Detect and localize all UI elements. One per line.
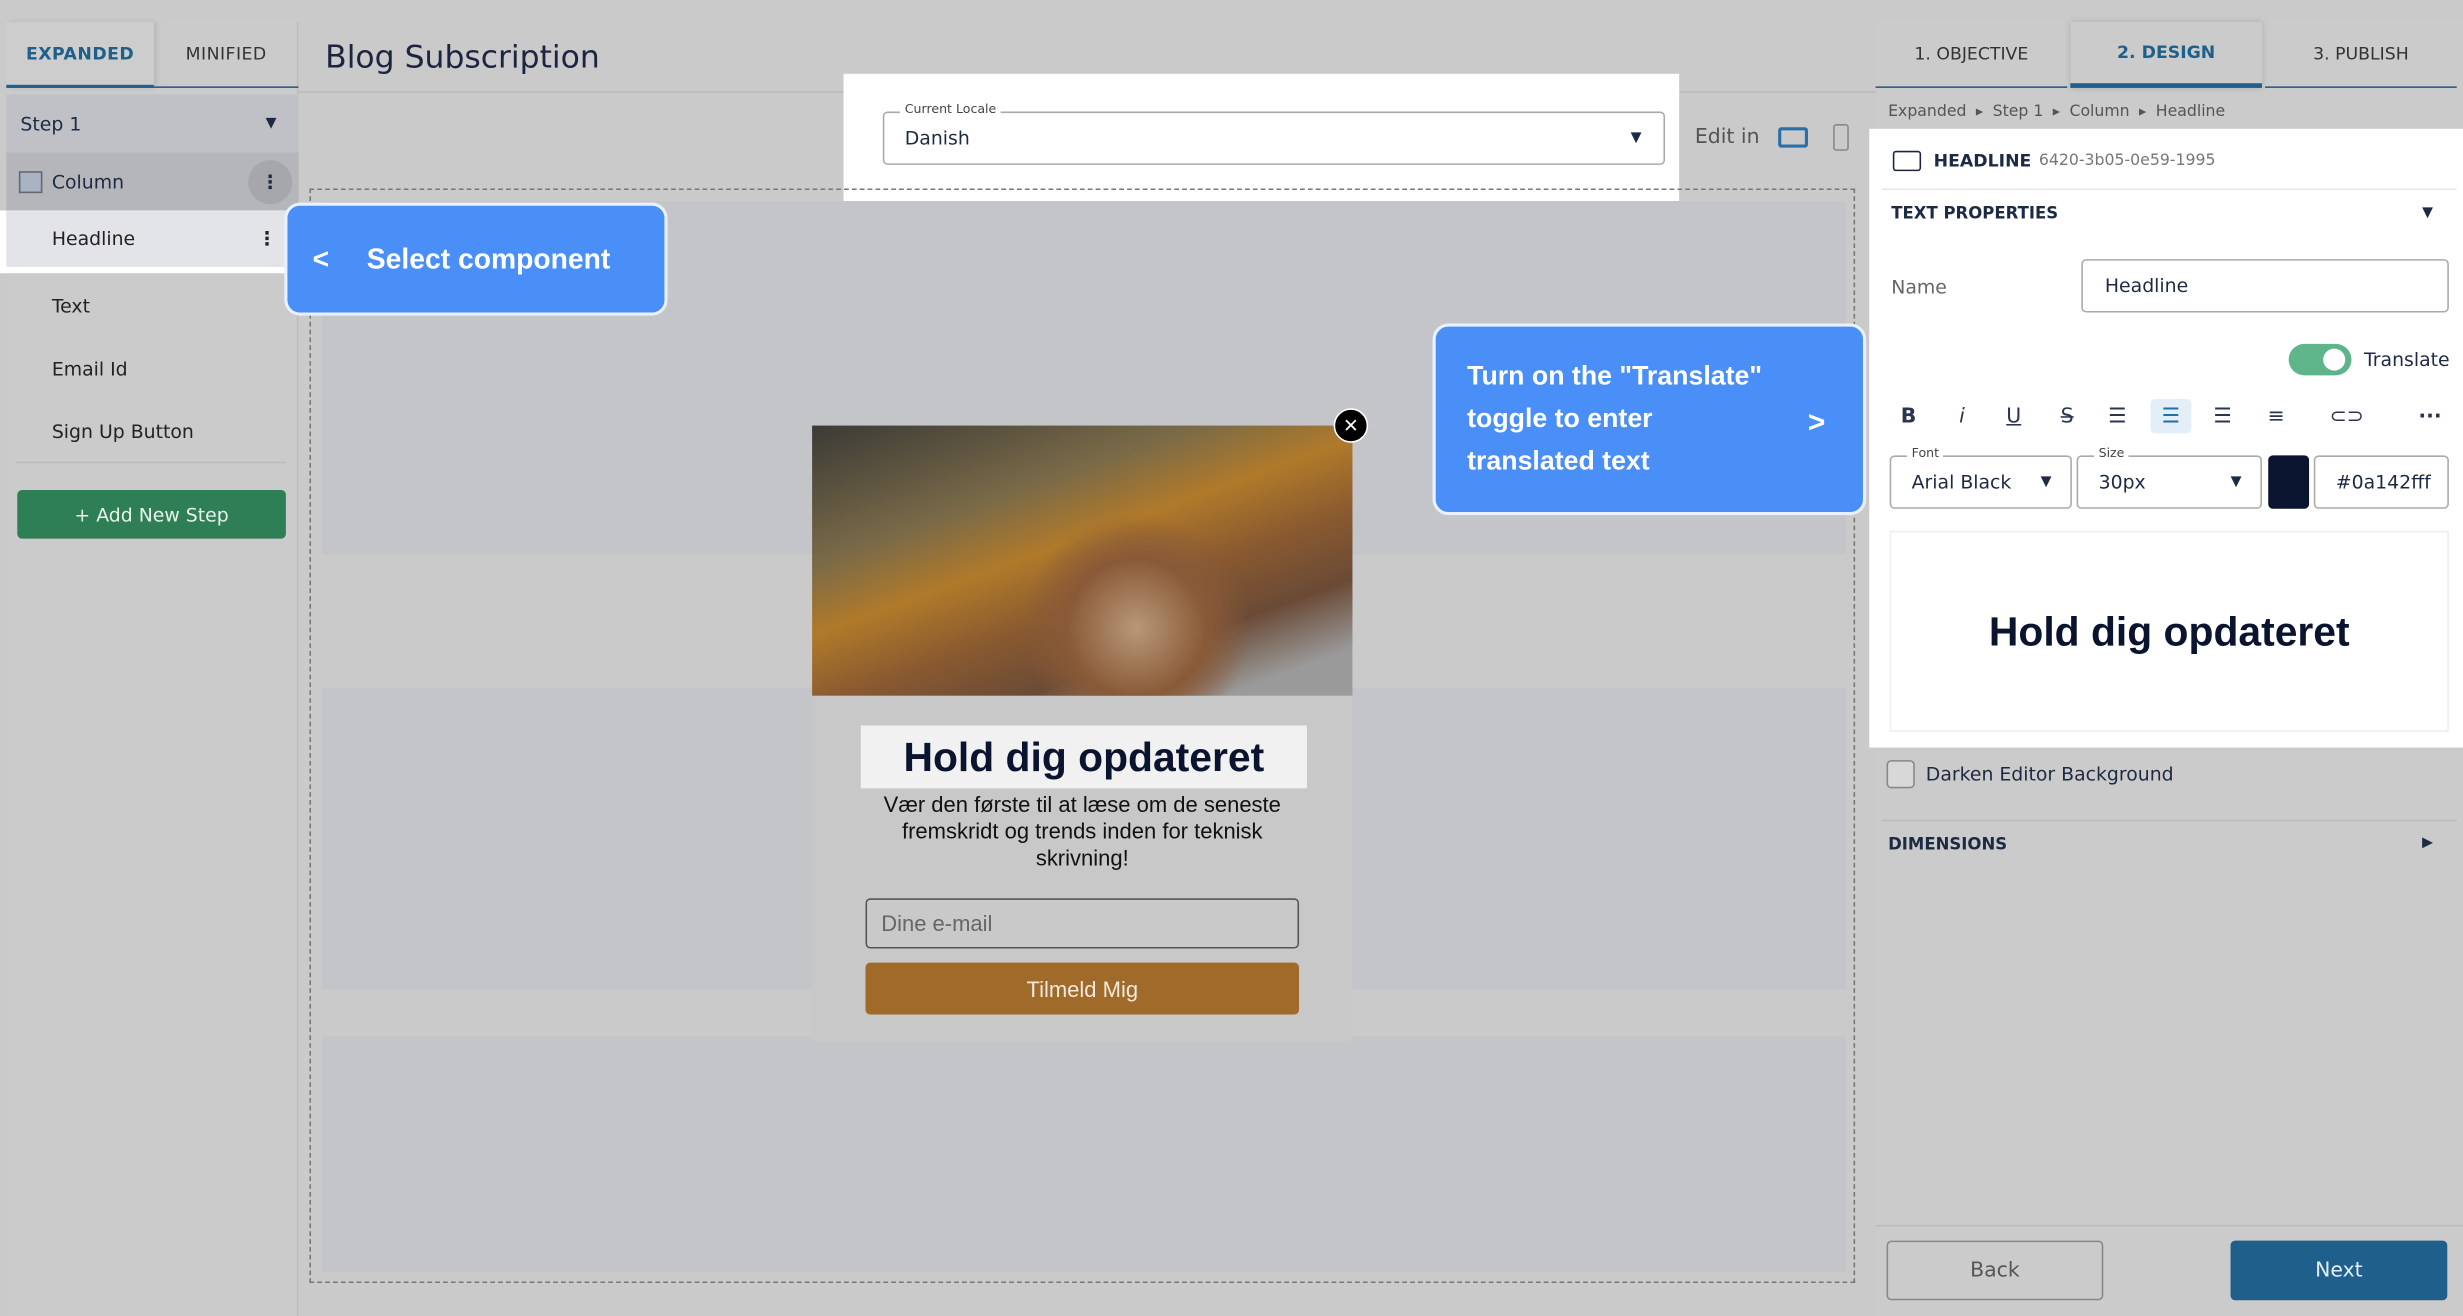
popup-headline[interactable]: Hold dig opdateret [860,725,1307,789]
crumb: Headline [2155,103,2226,121]
close-icon[interactable]: ✕ [1333,408,1369,443]
underline-icon[interactable]: U [1993,399,2034,434]
divider [1881,188,2457,191]
locale-value: Danish [904,127,970,150]
tab-objective[interactable]: 1. OBJECTIVE [1875,22,2068,88]
name-input[interactable]: Headline [2081,259,2449,313]
chevron-down-icon: ▼ [265,115,277,132]
chevron-down-icon: ▼ [2230,474,2242,490]
chevron-right-icon[interactable]: ▶ [2422,835,2433,851]
more-options-icon[interactable]: ⋮ [258,228,277,250]
chevron-down-icon: ▼ [1630,130,1642,147]
section-title[interactable]: TEXT PROPERTIES [1891,204,2058,223]
strikethrough-icon[interactable]: S [2047,399,2088,434]
more-options-icon[interactable]: ⋮ [248,159,293,204]
darken-checkbox[interactable] [1886,760,1915,789]
bold-icon[interactable]: B [1888,399,1929,434]
chevron-down-icon[interactable]: ▼ [2422,206,2433,222]
popup-preview: Hold dig opdateret Vær den første til at… [812,425,1353,1043]
translate-label: Translate [2364,348,2450,371]
signup-button[interactable]: Tilmeld Mig [865,962,1300,1015]
mobile-icon[interactable] [1833,124,1849,151]
translate-toggle[interactable] [2288,343,2352,376]
font-select[interactable]: Font Arial Black ▼ [1889,445,2072,509]
layer-email[interactable]: Email Id [6,339,298,399]
layer-headline[interactable]: Headline ⋮ [6,210,299,267]
size-value: 30px [2098,471,2146,494]
link-icon[interactable]: ⊂⊃ [2326,399,2367,434]
popup-body: Vær den første til at læse om de seneste… [883,791,1281,871]
edit-in-label: Edit in [1694,125,1760,150]
tab-design[interactable]: 2. DESIGN [2070,22,2262,88]
font-label: Font [1906,445,1944,461]
page-title: Blog Subscription [325,37,600,76]
layer-column[interactable]: Column ⋮ [6,152,299,211]
crumb[interactable]: Column [2069,104,2129,123]
color-swatch[interactable] [2268,455,2310,509]
layer-signup-button[interactable]: Sign Up Button [6,402,298,462]
name-label: Name [1891,276,1947,299]
column-label: Column [51,170,125,193]
column-icon [18,170,43,193]
chevron-down-icon: ▼ [2040,474,2052,490]
locale-select[interactable]: Current Locale Danish ▼ [882,102,1666,165]
breadcrumb: Expanded ▶ Step 1 ▶ Column ▶ Headline [1888,103,2226,123]
font-value: Arial Black [1911,471,2012,494]
size-select[interactable]: Size 30px ▼ [2076,445,2262,509]
desktop-icon [1892,150,1922,172]
step-selector[interactable]: Step 1 ▼ [6,94,299,153]
callout-text: Turn on the "Translate" toggle to enter … [1467,361,1762,476]
size-label: Size [2093,445,2130,461]
tab-expanded[interactable]: EXPANDED [6,21,154,88]
app: EXPANDED MINIFIED Step 1 ▼ Column ⋮ Headl… [0,0,2463,1316]
color-hex-input[interactable]: #0a142fff [2313,455,2449,509]
text-editor-preview[interactable]: Hold dig opdateret [1889,530,2449,732]
italic-icon[interactable]: i [1942,399,1983,434]
next-button[interactable]: Next [2230,1240,2448,1301]
divider [1875,1224,2463,1227]
hero-image [812,425,1353,696]
locale-label: Current Locale [900,102,1001,117]
component-id: 6420-3b05-0e59-1995 [2038,152,2216,170]
crumb[interactable]: Expanded [1888,104,1966,123]
layer-text[interactable]: Text [6,276,298,336]
step-label: Step 1 [20,112,82,135]
desktop-icon[interactable] [1778,127,1808,148]
canvas-band [322,1036,1846,1273]
add-new-step-button[interactable]: + Add New Step [17,489,286,539]
divider [1881,819,2457,822]
align-left-icon[interactable]: ☰ [2097,399,2138,434]
arrow-right-icon: > [1807,406,1826,440]
email-input[interactable]: Dine e-mail [865,898,1300,949]
dimensions-section[interactable]: DIMENSIONS [1888,835,2007,854]
divider [15,461,286,464]
item-label: Headline [51,227,136,250]
align-justify-icon[interactable]: ≡ [2256,399,2297,434]
component-type: HEADLINE [1933,150,2032,172]
crumb[interactable]: Step 1 [1993,104,2044,123]
callout-text: Select component [366,242,611,275]
more-icon[interactable]: ··· [2410,399,2451,434]
back-button[interactable]: Back [1886,1240,2104,1301]
darken-label: Darken Editor Background [1925,763,2174,786]
align-right-icon[interactable]: ☰ [2202,399,2243,434]
select-component-callout: < Select component [284,202,668,316]
tab-minified[interactable]: MINIFIED [153,22,299,88]
translate-callout: Turn on the "Translate" toggle to enter … [1432,323,1867,516]
tab-publish[interactable]: 3. PUBLISH [2265,22,2457,88]
align-center-icon[interactable]: ☰ [2150,398,2192,434]
arrow-left-icon: < [312,242,330,275]
